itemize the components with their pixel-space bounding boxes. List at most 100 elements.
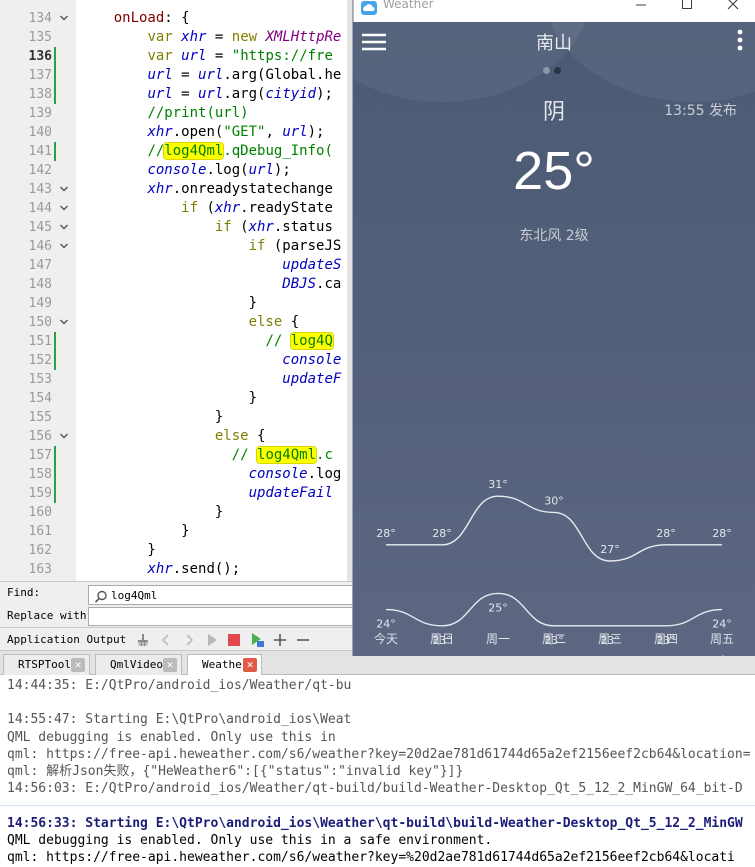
code-line[interactable]: url = url.arg(cityid);	[80, 85, 333, 104]
code-token: =	[206, 29, 232, 45]
line-number: 146	[28, 239, 52, 254]
fold-chevron-icon[interactable]	[59, 184, 69, 194]
gutter-line: 145	[0, 218, 76, 237]
code-line[interactable]: else {	[80, 427, 266, 446]
code-token: XMLHttpRe	[265, 29, 342, 45]
output-tab[interactable]: QmlVideo ✕	[95, 654, 182, 675]
code-line[interactable]: }	[80, 294, 257, 313]
forecast-day[interactable]: 周五多云	[694, 630, 750, 656]
code-token: cityid	[265, 86, 317, 102]
forecast-day[interactable]: 周三暴雨	[582, 630, 638, 656]
code-line[interactable]: // log4Q	[80, 332, 333, 351]
replace-input[interactable]	[93, 609, 351, 624]
code-token: updateFail	[248, 485, 333, 501]
more-options-icon[interactable]	[735, 28, 745, 54]
code-token: .open(	[172, 124, 224, 140]
replace-field[interactable]	[88, 607, 355, 626]
code-line[interactable]: var url = "https://fre	[80, 47, 332, 66]
fold-chevron-icon[interactable]	[59, 241, 69, 251]
code-line[interactable]: else {	[80, 313, 300, 332]
code-line[interactable]: if (xhr.status	[80, 218, 333, 237]
code-line[interactable]: url = url.arg(Global.he	[80, 66, 341, 85]
code-line[interactable]: xhr.open("GET", url);	[80, 123, 324, 142]
fold-chevron-icon[interactable]	[59, 431, 69, 441]
forecast-day[interactable]: 今天雷阵雨	[358, 630, 414, 656]
code-token: .log(	[206, 162, 249, 178]
code-token: );	[316, 86, 333, 102]
output-tab[interactable]: Weather ✕	[187, 654, 262, 675]
forecast-day[interactable]: 周日雷阵雨	[414, 630, 470, 656]
change-marker	[54, 47, 56, 66]
fold-chevron-icon[interactable]	[59, 222, 69, 232]
code-token: .arg(	[223, 86, 266, 102]
page-dot[interactable]	[543, 67, 550, 74]
code-token: url	[282, 124, 308, 140]
fold-chevron-icon[interactable]	[59, 317, 69, 327]
close-tab-icon[interactable]: ✕	[71, 658, 85, 672]
code-line[interactable]: xhr.send();	[80, 560, 240, 579]
code-token: updateF	[282, 371, 342, 387]
fold-chevron-icon[interactable]	[59, 13, 69, 23]
gutter-line: 144	[0, 199, 76, 218]
run-icon[interactable]	[203, 631, 221, 649]
code-line[interactable]: updateS	[80, 256, 341, 275]
code-editor[interactable]: 134 135 136 137 138 139 140 141 142 143 144 145 146 1…	[0, 0, 353, 581]
code-line[interactable]: //log4Qml.qDebug_Info(	[80, 142, 333, 161]
gutter-line: 162	[0, 541, 76, 560]
page-dot[interactable]	[554, 67, 561, 74]
high-temp-label: 27°	[600, 543, 620, 556]
fold-chevron-icon[interactable]	[59, 203, 69, 213]
forecast-day[interactable]: 周四雷阵雨	[638, 630, 694, 656]
output-tab-label: RTSPTool	[18, 658, 71, 671]
clear-output-icon[interactable]	[134, 631, 152, 649]
line-number: 145	[28, 220, 52, 235]
code-line[interactable]: console.log(url);	[80, 161, 290, 180]
code-line[interactable]: DBJS.ca	[80, 275, 341, 294]
search-icon[interactable]	[94, 589, 108, 603]
output-separator	[0, 805, 755, 806]
search-highlight: log4Qml	[257, 447, 317, 463]
zoom-in-icon[interactable]	[271, 631, 289, 649]
code-line[interactable]: xhr.onreadystatechange	[80, 180, 332, 199]
output-tab[interactable]: RTSPTool ✕	[3, 654, 90, 675]
code-line[interactable]: }	[80, 389, 257, 408]
line-number: 149	[28, 296, 52, 311]
close-tab-icon[interactable]: ✕	[163, 658, 177, 672]
zoom-out-icon[interactable]	[294, 631, 312, 649]
code-line[interactable]: }	[80, 541, 155, 560]
code-line[interactable]: updateF	[80, 370, 341, 389]
code-line[interactable]: if (parseJS	[80, 237, 342, 256]
code-line[interactable]: // log4Qml.c	[80, 446, 333, 465]
code-line[interactable]: //print(url)	[80, 104, 248, 123]
temperature-chart: 28° 28°31°30°27°28° 28°24°23°25°23° 23° 23°2…	[376, 478, 732, 647]
line-number: 162	[28, 543, 52, 558]
code-line[interactable]: }	[80, 522, 189, 541]
code-token: .readyState	[240, 200, 333, 216]
code-line[interactable]: }	[80, 503, 223, 522]
chevron-right-icon[interactable]	[180, 631, 198, 649]
code-line[interactable]: }	[80, 408, 223, 427]
code-token: else	[214, 428, 249, 444]
stop-icon[interactable]	[225, 631, 243, 649]
code-line[interactable]: onLoad: {	[80, 9, 190, 28]
forecast-day[interactable]: 周一雷阵雨	[470, 630, 526, 656]
find-input[interactable]	[111, 587, 351, 603]
chevron-left-icon[interactable]	[157, 631, 175, 649]
code-token: .send();	[172, 561, 241, 577]
code-line[interactable]: if (xhr.readyState	[80, 199, 333, 218]
close-tab-icon[interactable]: ✕	[243, 658, 257, 672]
city-name[interactable]: 南山	[353, 29, 755, 55]
line-number-gutter: 134 135 136 137 138 139 140 141 142 143 144 145 146 1…	[0, 0, 76, 581]
find-field[interactable]	[88, 585, 355, 605]
code-line[interactable]: updateFail	[80, 484, 333, 503]
application-output[interactable]: 14:44:35: E:/QtPro/android_ios/Weather/q…	[0, 676, 755, 867]
code-line[interactable]: console	[80, 351, 341, 370]
attach-debugger-icon[interactable]	[248, 631, 266, 649]
code-line[interactable]: console.log	[80, 465, 342, 484]
gutter-line: 154	[0, 389, 76, 408]
forecast-day[interactable]: 周二阵雨	[526, 630, 582, 656]
code-line[interactable]: var xhr = new XMLHttpRe	[80, 28, 341, 47]
